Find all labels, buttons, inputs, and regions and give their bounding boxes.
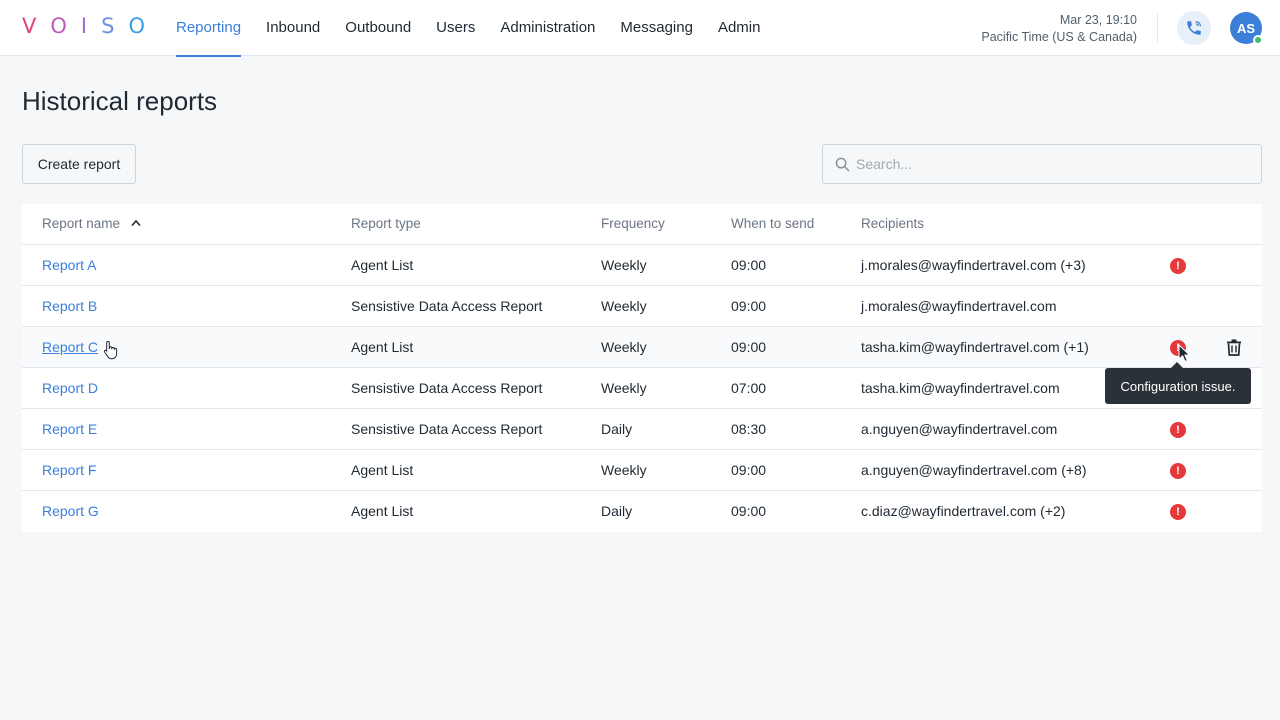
- logo-letter: S: [101, 14, 124, 38]
- nav-item-inbound[interactable]: Inbound: [266, 0, 320, 56]
- report-name-link[interactable]: Report A: [42, 257, 96, 273]
- table-row[interactable]: Report A Agent List Weekly 09:00 j.moral…: [22, 245, 1262, 286]
- page-title: Historical reports: [22, 86, 218, 116]
- report-recipients: a.nguyen@wayfindertravel.com (+8): [861, 462, 1087, 478]
- timezone-label: Pacific Time (US & Canada): [981, 30, 1137, 44]
- table-row[interactable]: Report D Sensistive Data Access Report W…: [22, 368, 1262, 409]
- search-box: [822, 144, 1262, 184]
- report-send-time: 09:00: [731, 298, 767, 314]
- main-nav: Reporting Inbound Outbound Users Adminis…: [176, 0, 785, 57]
- report-name-link[interactable]: Report C: [42, 339, 98, 355]
- nav-item-users[interactable]: Users: [436, 0, 475, 56]
- configuration-issue-tooltip: Configuration issue.: [1105, 362, 1251, 404]
- warning-icon[interactable]: !: [1170, 463, 1186, 479]
- report-type: Agent List: [351, 339, 414, 355]
- column-header-when-to-send[interactable]: When to send: [731, 216, 814, 231]
- column-header-frequency[interactable]: Frequency: [601, 216, 665, 231]
- header-divider: [1157, 14, 1158, 42]
- report-frequency: Weekly: [601, 298, 647, 314]
- phone-icon: [1187, 21, 1201, 35]
- presence-status-dot: [1253, 35, 1263, 45]
- report-send-time: 07:00: [731, 380, 767, 396]
- report-frequency: Daily: [601, 421, 633, 437]
- report-name-link[interactable]: Report D: [42, 380, 98, 396]
- table-row[interactable]: Report E Sensistive Data Access Report D…: [22, 409, 1262, 450]
- datetime-timezone: Mar 23, 19:10 Pacific Time (US & Canada): [981, 12, 1137, 46]
- report-send-time: 08:30: [731, 421, 767, 437]
- report-recipients: c.diaz@wayfindertravel.com (+2): [861, 503, 1066, 519]
- report-send-time: 09:00: [731, 257, 767, 273]
- table-row[interactable]: Report C Agent List Weekly 09:00 tasha.k…: [22, 327, 1262, 368]
- report-type: Sensistive Data Access Report: [351, 298, 543, 314]
- report-send-time: 09:00: [731, 503, 767, 519]
- logo-letter: V: [22, 14, 46, 38]
- report-name-link[interactable]: Report F: [42, 462, 96, 478]
- delete-trash-icon[interactable]: [1226, 339, 1242, 356]
- warning-icon[interactable]: !: [1170, 422, 1186, 438]
- nav-item-messaging[interactable]: Messaging: [620, 0, 693, 56]
- warning-icon[interactable]: !: [1170, 504, 1186, 520]
- search-input[interactable]: [856, 145, 1251, 183]
- current-datetime: Mar 23, 19:10: [1059, 13, 1137, 27]
- report-frequency: Weekly: [601, 257, 647, 273]
- report-frequency: Daily: [601, 503, 633, 519]
- column-header-report-type[interactable]: Report type: [351, 216, 421, 231]
- nav-item-outbound[interactable]: Outbound: [345, 0, 411, 56]
- report-type: Agent List: [351, 257, 414, 273]
- nav-item-admin[interactable]: Admin: [718, 0, 761, 56]
- report-type: Agent List: [351, 503, 414, 519]
- report-type: Sensistive Data Access Report: [351, 421, 543, 437]
- report-recipients: tasha.kim@wayfindertravel.com: [861, 380, 1060, 396]
- table-row[interactable]: Report F Agent List Weekly 09:00 a.nguye…: [22, 450, 1262, 491]
- report-send-time: 09:00: [731, 339, 767, 355]
- column-header-recipients[interactable]: Recipients: [861, 216, 924, 231]
- table-row[interactable]: Report G Agent List Daily 09:00 c.diaz@w…: [22, 491, 1262, 532]
- voiso-logo[interactable]: V O I S O: [22, 14, 154, 38]
- report-name-link[interactable]: Report B: [42, 298, 97, 314]
- report-type: Agent List: [351, 462, 414, 478]
- report-send-time: 09:00: [731, 462, 767, 478]
- logo-letter: O: [50, 14, 76, 38]
- report-name-link[interactable]: Report E: [42, 421, 97, 437]
- report-frequency: Weekly: [601, 462, 647, 478]
- report-recipients: j.morales@wayfindertravel.com (+3): [861, 257, 1086, 273]
- nav-item-administration[interactable]: Administration: [500, 0, 595, 56]
- sort-ascending-icon: [131, 219, 141, 227]
- report-recipients: tasha.kim@wayfindertravel.com (+1): [861, 339, 1089, 355]
- report-frequency: Weekly: [601, 380, 647, 396]
- table-row[interactable]: Report B Sensistive Data Access Report W…: [22, 286, 1262, 327]
- softphone-button[interactable]: [1177, 11, 1211, 45]
- report-frequency: Weekly: [601, 339, 647, 355]
- warning-icon[interactable]: !: [1170, 258, 1186, 274]
- reports-table: Report name Report type Frequency When t…: [22, 204, 1262, 532]
- table-header: Report name Report type Frequency When t…: [22, 204, 1262, 245]
- nav-item-reporting[interactable]: Reporting: [176, 0, 242, 57]
- report-name-link[interactable]: Report G: [42, 503, 99, 519]
- top-navigation-bar: V O I S O Reporting Inbound Outbound Use…: [0, 0, 1280, 57]
- report-recipients: j.morales@wayfindertravel.com: [861, 298, 1057, 314]
- warning-icon[interactable]: !: [1170, 340, 1186, 356]
- report-recipients: a.nguyen@wayfindertravel.com: [861, 421, 1058, 437]
- column-header-report-name[interactable]: Report name: [42, 216, 141, 231]
- logo-letter: O: [128, 14, 154, 38]
- report-type: Sensistive Data Access Report: [351, 380, 543, 396]
- logo-letter: I: [80, 14, 97, 38]
- column-header-label: Report name: [42, 216, 121, 231]
- search-icon: [835, 157, 850, 172]
- create-report-button[interactable]: Create report: [22, 144, 136, 184]
